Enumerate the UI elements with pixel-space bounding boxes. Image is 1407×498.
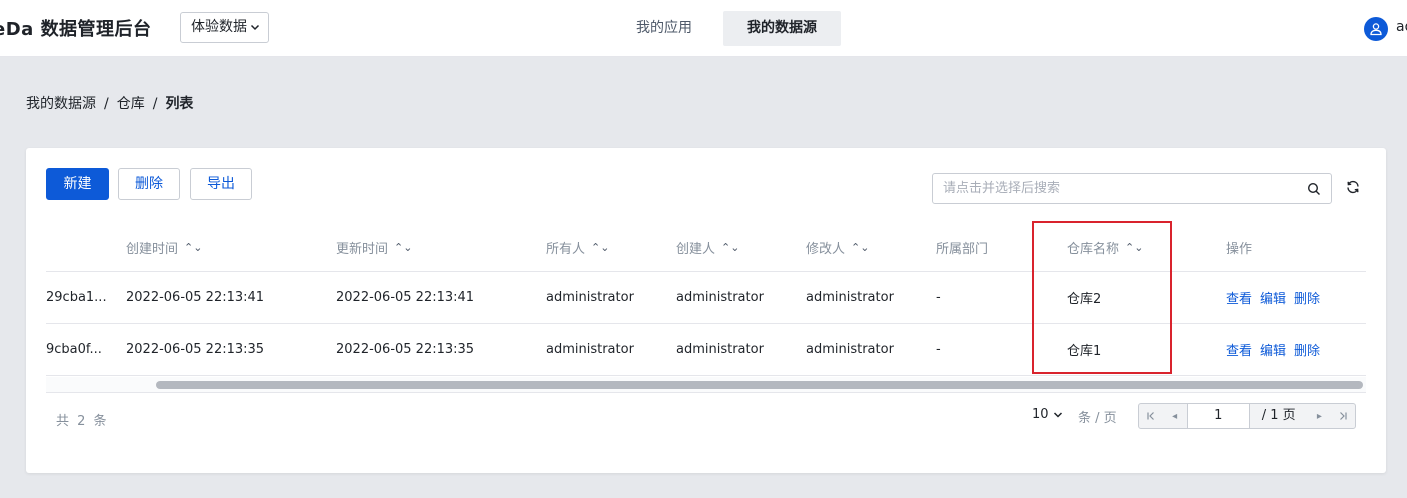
data-table: 创建时间 ⌃⌄ 更新时间 ⌃⌄ 所有人 ⌃⌄ 创建人 ⌃⌄ 修改人 ⌃⌄ 所属部门 仓库名… <box>46 223 1366 383</box>
edit-link[interactable]: 编辑 <box>1260 288 1286 307</box>
chevron-down-icon <box>1053 411 1062 418</box>
column-label: 更新时间 <box>336 241 389 257</box>
app-title: eDa 数据管理后台 <box>0 19 152 40</box>
delete-link[interactable]: 删除 <box>1294 340 1320 359</box>
column-header-owner[interactable]: 所有人 ⌃⌄ <box>546 223 666 271</box>
refresh-icon[interactable] <box>1346 179 1360 198</box>
column-label: 创建时间 <box>126 241 179 257</box>
cell-department: - <box>936 342 941 357</box>
column-header-modifier[interactable]: 修改人 ⌃⌄ <box>806 223 926 271</box>
breadcrumb: 我的数据源 / 仓库 / 列表 <box>26 93 193 113</box>
column-label: 操作 <box>1226 241 1253 257</box>
sort-icon[interactable]: ⌃⌄ <box>721 241 739 254</box>
avatar[interactable] <box>1364 17 1388 41</box>
new-button[interactable]: 新建 <box>46 168 109 200</box>
cell-id: 9cba0f... <box>46 342 102 357</box>
cell-warehouse: 仓库1 <box>1067 344 1102 359</box>
search-input[interactable] <box>933 174 1293 203</box>
prev-page-icon[interactable]: ◂ <box>1163 404 1187 428</box>
view-link[interactable]: 查看 <box>1226 288 1252 307</box>
chevron-down-icon <box>250 13 260 54</box>
last-page-icon[interactable] <box>1331 404 1355 428</box>
user-icon <box>1370 23 1382 36</box>
cell-updated: 2022-06-05 22:13:41 <box>336 290 475 305</box>
cell-actions: 查看 编辑 删除 <box>1226 324 1366 375</box>
page-size-select[interactable]: 10 <box>1032 407 1063 422</box>
sort-icon[interactable]: ⌃⌄ <box>1125 241 1143 254</box>
first-page-icon[interactable] <box>1139 404 1163 428</box>
breadcrumb-separator: / <box>104 96 109 112</box>
tab-my-apps[interactable]: 我的应用 <box>618 11 710 46</box>
page-size-unit: 条 / 页 <box>1078 411 1117 426</box>
table-row[interactable]: 29cba1... 2022-06-05 22:13:41 2022-06-05… <box>46 272 1366 324</box>
scrollbar-thumb[interactable] <box>156 381 1363 389</box>
breadcrumb-item-datasources[interactable]: 我的数据源 <box>26 96 96 112</box>
delete-button[interactable]: 删除 <box>118 168 180 200</box>
column-label: 所属部门 <box>936 241 989 257</box>
search-icon[interactable] <box>1307 181 1321 200</box>
cell-owner: administrator <box>546 290 634 305</box>
table-header: 创建时间 ⌃⌄ 更新时间 ⌃⌄ 所有人 ⌃⌄ 创建人 ⌃⌄ 修改人 ⌃⌄ 所属部门 仓库名… <box>46 223 1366 272</box>
column-header-department: 所属部门 <box>936 223 1036 271</box>
cell-owner: administrator <box>546 342 634 357</box>
breadcrumb-item-warehouse[interactable]: 仓库 <box>117 96 145 112</box>
total-pages: / 1 页 <box>1261 408 1296 423</box>
cell-creator: administrator <box>676 342 764 357</box>
tab-my-datasources[interactable]: 我的数据源 <box>723 11 841 46</box>
next-page-icon[interactable]: ▸ <box>1307 404 1331 428</box>
column-header-warehouse[interactable]: 仓库名称 ⌃⌄ <box>1067 223 1177 271</box>
list-card: 新建 删除 导出 创建时间 ⌃⌄ 更新时间 ⌃⌄ 所有人 ⌃⌄ 创建人 ⌃⌄ 修改人 ⌃⌄… <box>26 148 1386 473</box>
sort-icon[interactable]: ⌃⌄ <box>591 241 609 254</box>
cell-actions: 查看 编辑 删除 <box>1226 272 1366 323</box>
column-label: 创建人 <box>676 241 716 257</box>
page-input[interactable]: 1 <box>1186 404 1250 428</box>
column-label: 仓库名称 <box>1067 241 1120 257</box>
cell-updated: 2022-06-05 22:13:35 <box>336 342 475 357</box>
column-header-updated[interactable]: 更新时间 ⌃⌄ <box>336 223 536 271</box>
cell-warehouse: 仓库2 <box>1067 292 1102 307</box>
search-box <box>932 173 1332 204</box>
horizontal-scrollbar[interactable] <box>46 377 1366 393</box>
breadcrumb-separator: / <box>152 96 158 112</box>
column-header-created[interactable]: 创建时间 ⌃⌄ <box>126 223 326 271</box>
username[interactable]: ad <box>1396 19 1407 35</box>
table-row[interactable]: 9cba0f... 2022-06-05 22:13:35 2022-06-05… <box>46 324 1366 376</box>
cell-creator: administrator <box>676 290 764 305</box>
total-count: 共 2 条 <box>56 414 109 429</box>
column-header-creator[interactable]: 创建人 ⌃⌄ <box>676 223 796 271</box>
cell-created: 2022-06-05 22:13:35 <box>126 342 265 357</box>
cell-modifier: administrator <box>806 342 894 357</box>
env-select-value: 体验数据 <box>191 19 247 35</box>
cell-modifier: administrator <box>806 290 894 305</box>
cell-department: - <box>936 290 941 305</box>
edit-link[interactable]: 编辑 <box>1260 340 1286 359</box>
page-size-value: 10 <box>1032 407 1049 422</box>
sort-icon[interactable]: ⌃⌄ <box>851 241 869 254</box>
sort-icon[interactable]: ⌃⌄ <box>184 241 202 254</box>
column-label: 修改人 <box>806 241 846 257</box>
env-select[interactable]: 体验数据 <box>180 12 269 43</box>
sort-icon[interactable]: ⌃⌄ <box>394 241 412 254</box>
view-link[interactable]: 查看 <box>1226 340 1252 359</box>
cell-created: 2022-06-05 22:13:41 <box>126 290 265 305</box>
pagination: ◂ 1 / 1 页 ▸ <box>1138 403 1356 429</box>
delete-link[interactable]: 删除 <box>1294 288 1320 307</box>
column-label: 所有人 <box>546 241 586 257</box>
export-button[interactable]: 导出 <box>190 168 252 200</box>
cell-id: 29cba1... <box>46 290 107 305</box>
top-bar: eDa 数据管理后台 体验数据 我的应用 我的数据源 ad <box>0 0 1407 57</box>
column-header-actions: 操作 <box>1226 223 1366 271</box>
breadcrumb-item-list: 列表 <box>165 96 194 112</box>
